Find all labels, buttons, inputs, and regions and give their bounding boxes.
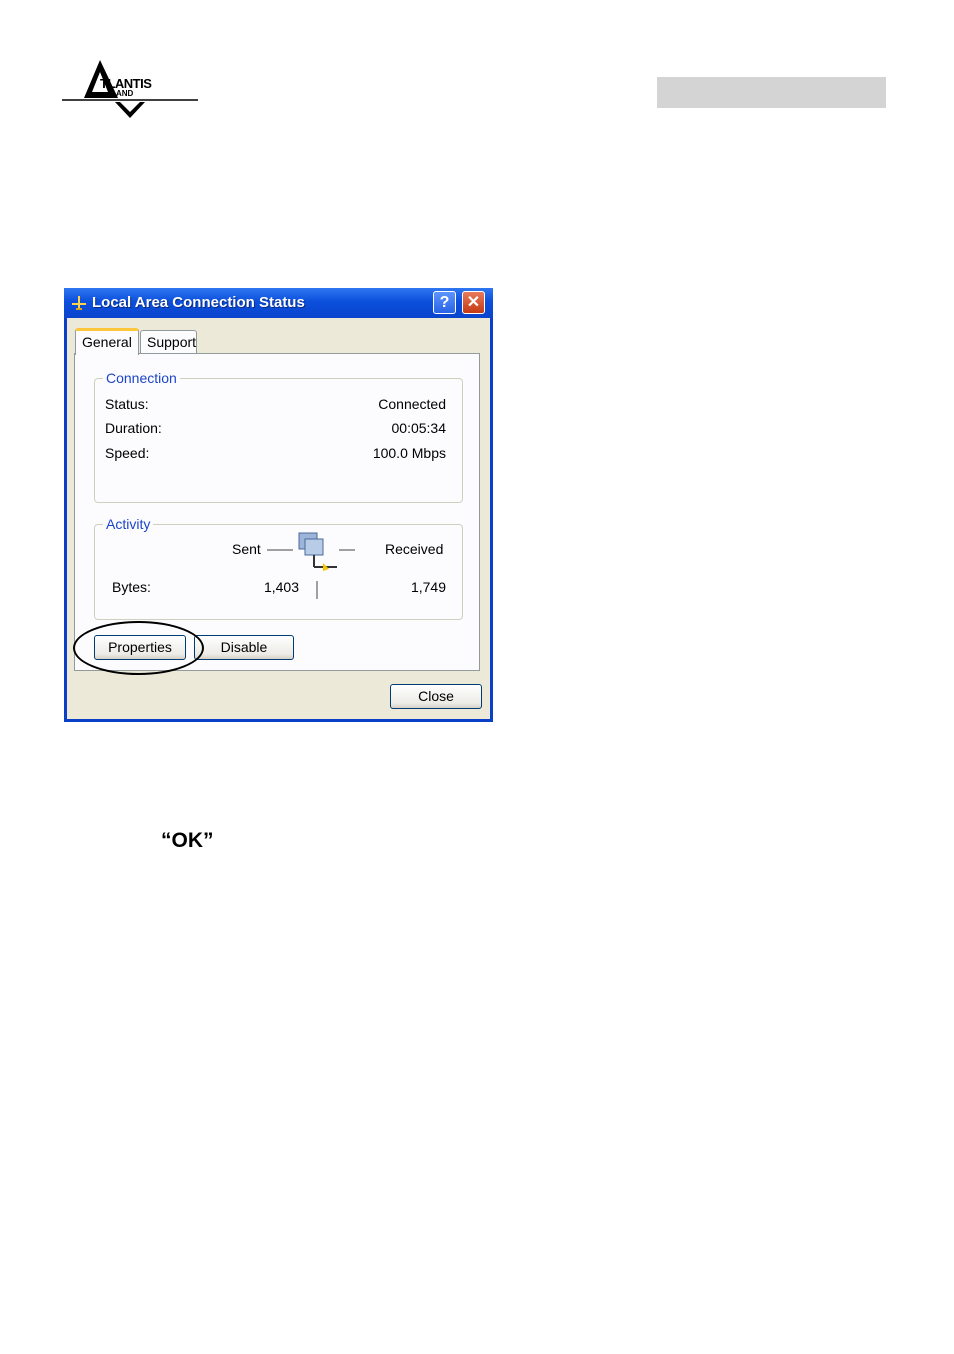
- header-bar: [657, 77, 886, 108]
- instruction-ok-text: “OK”: [161, 829, 214, 852]
- activity-group-label: Activity: [103, 516, 154, 532]
- help-button[interactable]: ?: [433, 291, 456, 314]
- tab-support[interactable]: Support: [140, 330, 197, 354]
- close-window-button[interactable]: ✕: [462, 291, 485, 314]
- title-bar[interactable]: Local Area Connection Status ? ✕: [64, 288, 493, 318]
- connection-group-label: Connection: [103, 370, 180, 386]
- activity-group: Activity Sent Received Bytes: 1,403 1,74…: [94, 516, 463, 620]
- logo-subtext: AND: [116, 89, 134, 98]
- received-label: Received: [385, 541, 444, 557]
- disable-button[interactable]: Disable: [194, 635, 294, 660]
- status-value: Connected: [378, 396, 446, 412]
- speed-label: Speed:: [105, 445, 150, 461]
- speed-value: 100.0 Mbps: [372, 445, 446, 461]
- bytes-label: Bytes:: [112, 579, 151, 595]
- duration-value: 00:05:34: [391, 420, 447, 436]
- tab-general[interactable]: General: [75, 328, 139, 355]
- duration-label: Duration:: [105, 420, 162, 436]
- bytes-sent-value: 1,403: [263, 579, 299, 595]
- status-label: Status:: [105, 396, 149, 412]
- highlight-ellipse: [73, 621, 204, 675]
- connection-group: Connection Status: Connected Duration: 0…: [94, 370, 463, 503]
- close-button[interactable]: Close: [390, 684, 482, 709]
- sent-label: Sent: [232, 541, 261, 557]
- bytes-received-value: 1,749: [410, 579, 446, 595]
- window-title: Local Area Connection Status: [92, 294, 305, 311]
- network-connection-icon: [72, 296, 86, 310]
